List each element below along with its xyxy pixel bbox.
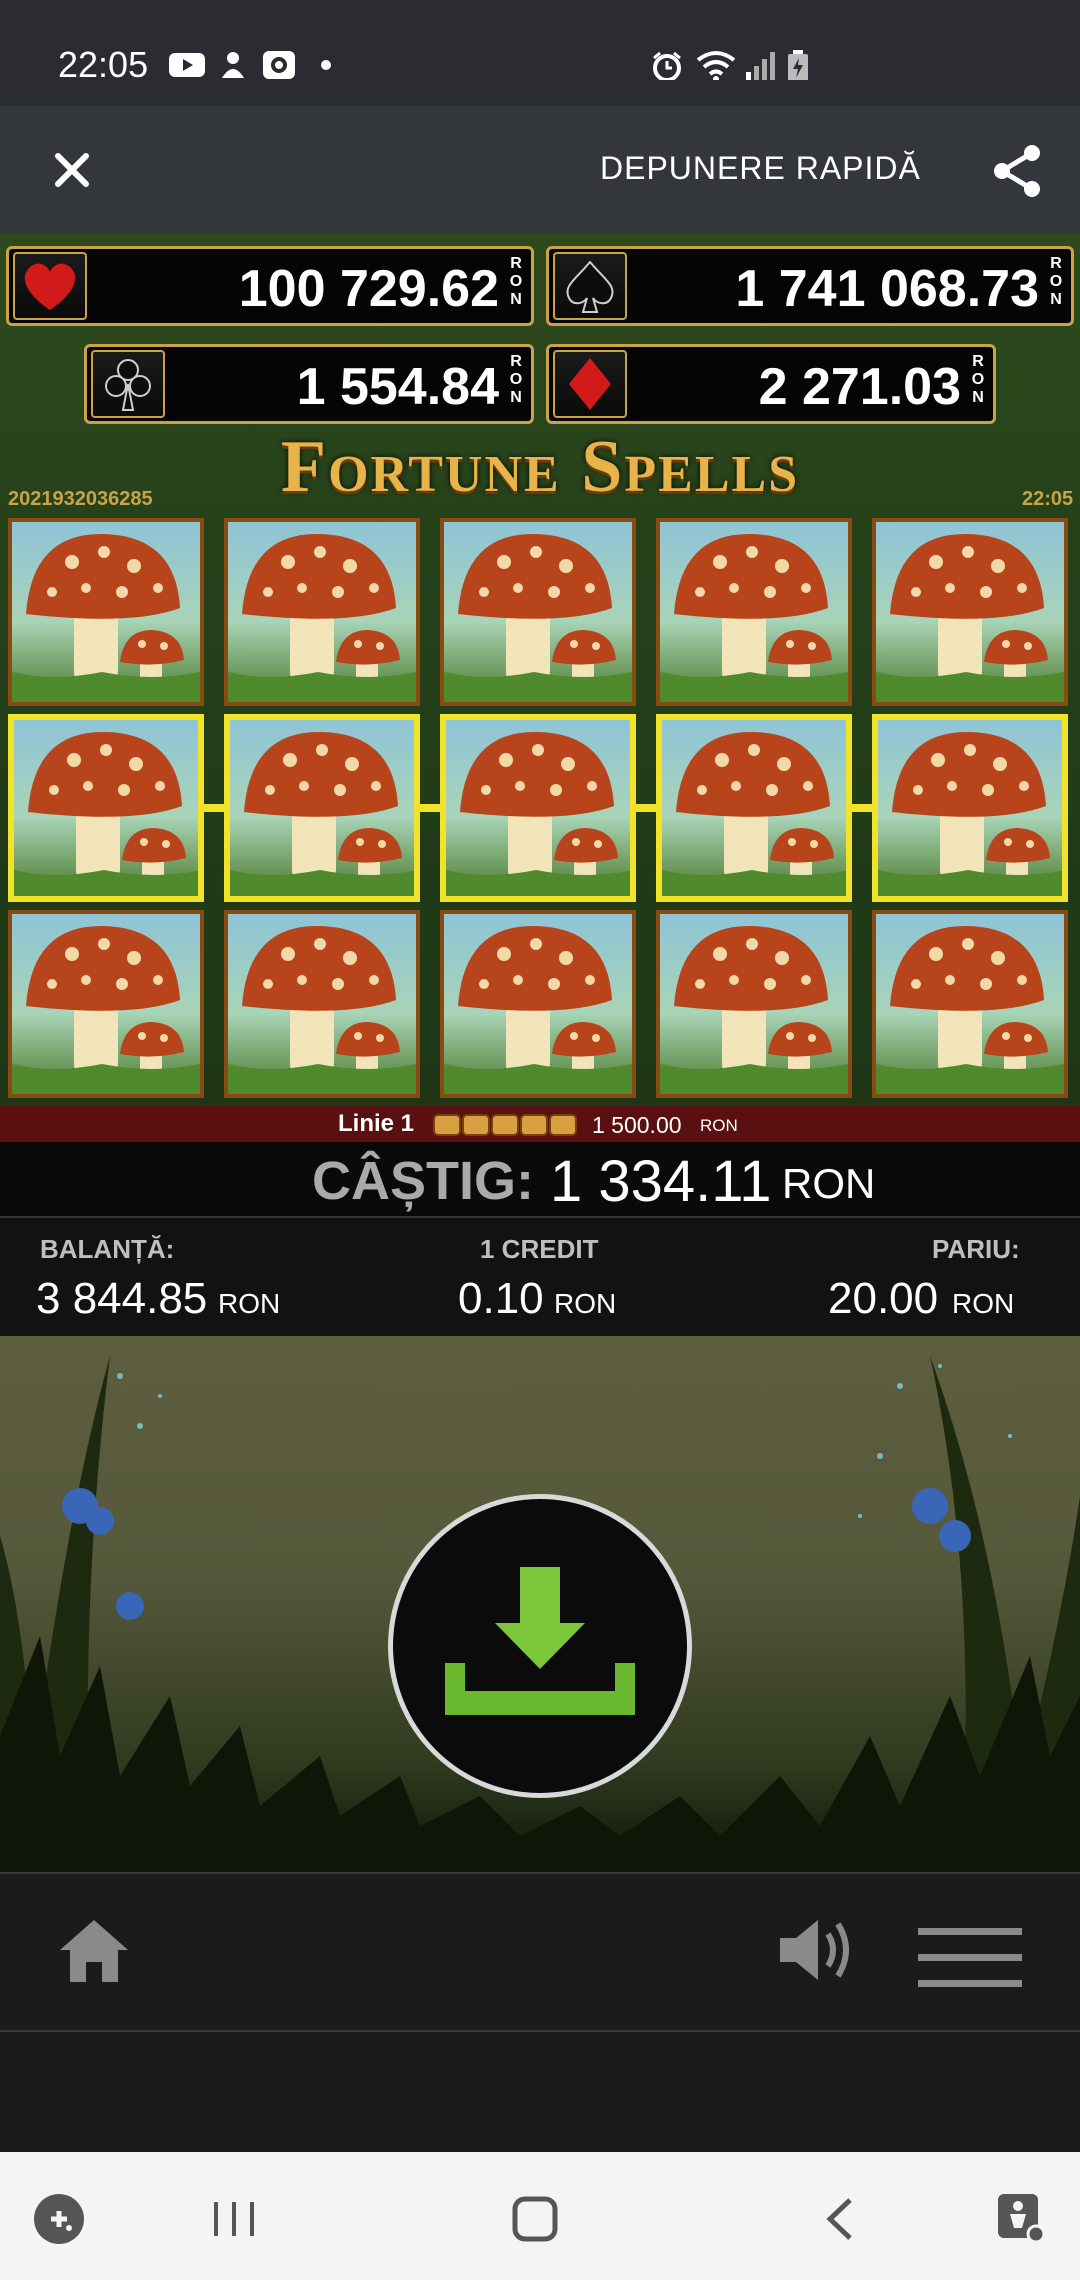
reel-cell — [224, 910, 420, 1098]
reel-cell — [224, 714, 420, 902]
game-title: Fortune Spells — [280, 426, 800, 508]
balance-row: BALANȚĂ: 3 844.85 RON 1 CREDIT 0.10 RON … — [0, 1216, 1080, 1338]
reel-cell — [224, 518, 420, 706]
more-notifications-dot — [321, 60, 331, 70]
line-win-row: Linie 1 1 500.00 RON — [0, 1106, 1080, 1142]
mushroom-symbol-icon — [228, 925, 416, 1094]
back-icon[interactable] — [820, 2194, 860, 2244]
mushroom-symbol-icon — [446, 731, 630, 896]
balance-currency: RON — [218, 1288, 281, 1319]
diamond-icon — [569, 358, 611, 410]
system-nav-bar — [0, 2152, 1080, 2280]
reel-cell — [656, 518, 852, 706]
win-line-connector — [420, 804, 440, 812]
line-win-amount: 1 500.00 — [592, 1112, 682, 1138]
win-line-connector — [852, 804, 872, 812]
mushroom-symbol-icon — [660, 533, 848, 702]
reel-cell — [656, 714, 852, 902]
jackpot-clubs: 1 554.84 RON — [84, 344, 534, 424]
club-icon — [105, 359, 151, 411]
home-nav-icon[interactable] — [510, 2194, 560, 2244]
win-amount: 1 334.11 — [550, 1149, 772, 1214]
reel-cell — [440, 714, 636, 902]
close-icon[interactable] — [52, 150, 92, 190]
mushroom-symbol-icon — [878, 731, 1062, 896]
download-button[interactable] — [388, 1494, 692, 1798]
balance-amount: 3 844.85 — [36, 1274, 208, 1323]
jackpot-spades: 1 741 068.73 RON — [546, 246, 1074, 326]
reel-cell — [8, 910, 204, 1098]
reel-cell — [440, 518, 636, 706]
jackpot-diamonds: 2 271.03 RON — [546, 344, 996, 424]
alarm-icon — [653, 51, 681, 80]
credit-currency: RON — [554, 1288, 617, 1319]
jackpot-clubs-currency: RON — [509, 353, 523, 406]
status-bar: 22:05 — [0, 0, 1080, 106]
heart-icon — [24, 263, 76, 310]
line-symbols-icon — [433, 1114, 577, 1136]
volume-icon[interactable] — [776, 1914, 858, 1986]
jackpot-hearts-value: 100 729.62 — [238, 260, 499, 318]
jackpot-spades-currency: RON — [1049, 255, 1063, 308]
battery-icon — [788, 50, 808, 80]
balance-label: BALANȚĂ: — [40, 1234, 175, 1264]
win-label: CÂȘTIG: — [312, 1151, 534, 1211]
round-id: 2021932036285 — [8, 488, 153, 510]
home-icon[interactable] — [56, 1916, 132, 1986]
jackpot-hearts: 100 729.62 RON — [6, 246, 534, 326]
game-launcher-icon[interactable] — [32, 2192, 86, 2246]
accessibility-icon[interactable] — [996, 2192, 1048, 2246]
credit-amount: 0.10 — [458, 1274, 544, 1323]
line-win-currency: RON — [700, 1116, 738, 1135]
game-clock: 22:05 — [1022, 488, 1074, 510]
jackpot-hearts-currency: RON — [509, 255, 523, 308]
mushroom-symbol-icon — [876, 533, 1064, 702]
reel-cell — [656, 910, 852, 1098]
mushroom-symbol-icon — [660, 925, 848, 1094]
win-line-connector — [636, 804, 656, 812]
quick-deposit-button[interactable]: DEPUNERE RAPIDĂ — [600, 150, 921, 187]
reel-cell — [8, 518, 204, 706]
jackpot-clubs-value: 1 554.84 — [296, 358, 499, 416]
bet-label: PARIU: — [932, 1234, 1020, 1264]
menu-icon[interactable] — [918, 1928, 1022, 1988]
mushroom-symbol-icon — [444, 925, 632, 1094]
notification-icon — [222, 52, 244, 78]
app-icon — [263, 51, 295, 79]
spade-icon — [566, 260, 614, 313]
mushroom-symbol-icon — [12, 533, 200, 702]
jackpot-diamonds-currency: RON — [971, 353, 985, 406]
credit-label: 1 CREDIT — [480, 1234, 599, 1264]
mushroom-symbol-icon — [444, 533, 632, 702]
wifi-icon — [696, 51, 736, 80]
line-label: Linie 1 — [338, 1110, 415, 1137]
mushroom-symbol-icon — [876, 925, 1064, 1094]
youtube-icon — [169, 53, 205, 77]
win-row: CÂȘTIG: 1 334.11 RON — [0, 1142, 1080, 1216]
reels-grid — [0, 518, 1080, 1108]
bet-currency: RON — [952, 1288, 1015, 1319]
status-time: 22:05 — [58, 44, 149, 85]
share-icon[interactable] — [990, 143, 1044, 199]
jackpot-spades-value: 1 741 068.73 — [735, 260, 1039, 318]
reel-cell — [872, 714, 1068, 902]
mushroom-symbol-icon — [230, 731, 414, 896]
download-icon — [445, 1567, 635, 1715]
mushroom-symbol-icon — [662, 731, 846, 896]
game-toolbar — [0, 1872, 1080, 2032]
win-line-connector — [204, 804, 224, 812]
jackpot-diamonds-value: 2 271.03 — [758, 358, 961, 416]
mushroom-symbol-icon — [12, 925, 200, 1094]
mushroom-symbol-icon — [228, 533, 416, 702]
reel-cell — [872, 518, 1068, 706]
reel-cell — [440, 910, 636, 1098]
mushroom-symbol-icon — [14, 731, 198, 896]
bet-amount: 20.00 — [828, 1274, 939, 1323]
recent-apps-icon[interactable] — [210, 2196, 260, 2242]
reel-cell — [872, 910, 1068, 1098]
reel-cell — [8, 714, 204, 902]
win-currency: RON — [782, 1160, 876, 1207]
signal-icon — [746, 52, 775, 80]
